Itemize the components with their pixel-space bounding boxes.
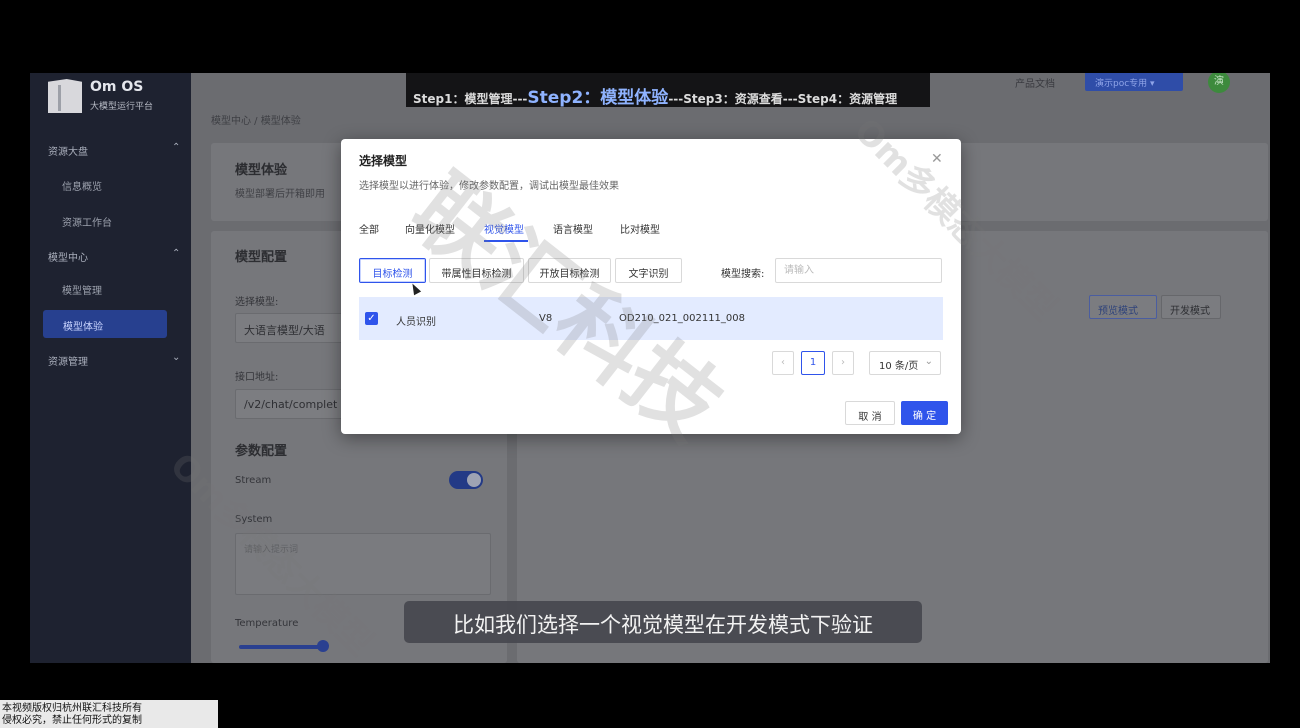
chip-object-detection[interactable]: 目标检测 <box>359 258 426 283</box>
nav-group-label: 模型中心 <box>48 253 88 264</box>
page-description: 模型部署后开箱即用 <box>235 189 325 200</box>
page-size-value: 10 条/页 <box>879 361 919 372</box>
sidebar-item-workbench[interactable]: 资源工作台 <box>62 214 112 229</box>
dialog-description: 选择模型以进行体验，修改参数配置，调试出模型最佳效果 <box>359 181 619 192</box>
confirm-button[interactable]: 确 定 <box>901 401 948 425</box>
step3-4-text: ---Step3：资源查看---Step4：资源管理 <box>668 92 898 106</box>
step-banner: Step1：模型管理---Step2：模型体验---Step3：资源查看---S… <box>406 73 930 108</box>
checkbox-checked-icon[interactable]: ✓ <box>365 312 378 325</box>
nav-group-label: 资源大盘 <box>48 147 88 158</box>
user-menu[interactable]: 演示poc专用 ▾ <box>1085 73 1183 91</box>
nav-group-resource-dashboard[interactable]: 资源大盘 ⌃ <box>48 142 180 158</box>
tab-comparison[interactable]: 比对模型 <box>620 221 660 236</box>
dialog-title: 选择模型 <box>359 154 408 168</box>
system-prompt-field[interactable]: 请输入提示词 <box>235 533 491 595</box>
chip-ocr[interactable]: 文字识别 <box>615 258 682 283</box>
stream-toggle[interactable] <box>449 471 483 489</box>
nav-group-model-center[interactable]: 模型中心 ⌃ <box>48 248 180 264</box>
next-page-button[interactable]: › <box>832 351 854 375</box>
page-number-button[interactable]: 1 <box>801 351 825 375</box>
model-config-title: 模型配置 <box>235 250 288 265</box>
logo-icon <box>48 79 82 113</box>
temperature-label: Temperature <box>235 618 299 629</box>
page-size-select[interactable]: 10 条/页 ⌄ <box>869 351 941 375</box>
model-version-cell: V8 <box>539 313 553 324</box>
copyright-line-1: 本视频版权归杭州联汇科技所有 <box>2 703 142 714</box>
prev-page-button[interactable]: ‹ <box>772 351 794 375</box>
chevron-down-icon: ⌄ <box>172 352 181 363</box>
chip-open-detection[interactable]: 开放目标检测 <box>528 258 611 283</box>
select-model-label: 选择模型: <box>235 297 279 308</box>
tab-vision[interactable]: 视觉模型 <box>484 221 524 236</box>
video-subtitle: 比如我们选择一个视觉模型在开发模式下验证 <box>404 601 922 643</box>
dev-mode-button[interactable]: 开发模式 <box>1161 295 1221 319</box>
tab-embedding[interactable]: 向量化模型 <box>405 221 455 236</box>
model-search-input[interactable] <box>775 258 942 283</box>
chip-attribute-detection[interactable]: 带属性目标检测 <box>429 258 524 283</box>
model-code-cell: OD210_021_002111_008 <box>619 313 746 324</box>
preview-mode-button[interactable]: 预览模式 <box>1089 295 1157 319</box>
model-name-cell: 人员识别 <box>396 317 436 328</box>
temperature-slider[interactable] <box>239 645 323 649</box>
step1-text: Step1：模型管理--- <box>413 92 528 106</box>
api-url-label: 接口地址: <box>235 372 279 383</box>
sidebar: Om OS 大模型运行平台 资源大盘 ⌃ 信息概览 资源工作台 模型中心 ⌃ 模… <box>30 73 191 663</box>
close-icon[interactable]: ✕ <box>931 151 943 167</box>
page-title: 模型体验 <box>235 163 288 178</box>
table-row[interactable]: ✓ 人员识别 V8 OD210_021_002111_008 <box>359 297 943 340</box>
system-label: System <box>235 514 273 525</box>
brand-name: Om OS <box>90 79 144 95</box>
breadcrumb: 模型中心 / 模型体验 <box>211 116 301 127</box>
tab-language[interactable]: 语言模型 <box>553 221 593 236</box>
select-model-dialog: 选择模型 选择模型以进行体验，修改参数配置，调试出模型最佳效果 ✕ 全部 向量化… <box>341 139 961 434</box>
active-tab-indicator <box>484 240 528 242</box>
brand-subtitle: 大模型运行平台 <box>90 102 154 112</box>
chevron-down-icon: ⌄ <box>924 356 933 367</box>
chevron-up-icon: ⌃ <box>172 248 181 259</box>
temperature-slider-handle[interactable] <box>317 640 329 652</box>
sidebar-item-model-management[interactable]: 模型管理 <box>62 282 102 297</box>
tab-all[interactable]: 全部 <box>359 221 379 236</box>
brand: Om OS 大模型运行平台 <box>48 77 188 117</box>
copyright-line-2: 侵权必究，禁止任何形式的复制 <box>2 715 142 726</box>
chevron-up-icon: ⌃ <box>172 142 181 153</box>
copyright-notice: 本视频版权归杭州联汇科技所有 侵权必究，禁止任何形式的复制 <box>0 700 218 728</box>
sidebar-item-overview[interactable]: 信息概览 <box>62 178 102 193</box>
nav-group-label: 资源管理 <box>48 357 88 368</box>
model-search-label: 模型搜索: <box>721 269 765 280</box>
stream-label: Stream <box>235 475 272 486</box>
doc-link[interactable]: 产品文档 <box>1015 75 1055 90</box>
params-title: 参数配置 <box>235 444 288 459</box>
cancel-button[interactable]: 取 消 <box>845 401 895 425</box>
nav-group-resource-management[interactable]: 资源管理 ⌄ <box>48 352 180 368</box>
avatar[interactable]: 演 <box>1208 73 1230 93</box>
sidebar-item-model-experience[interactable]: 模型体验 <box>43 310 167 338</box>
step2-text: Step2：模型体验 <box>527 88 669 108</box>
